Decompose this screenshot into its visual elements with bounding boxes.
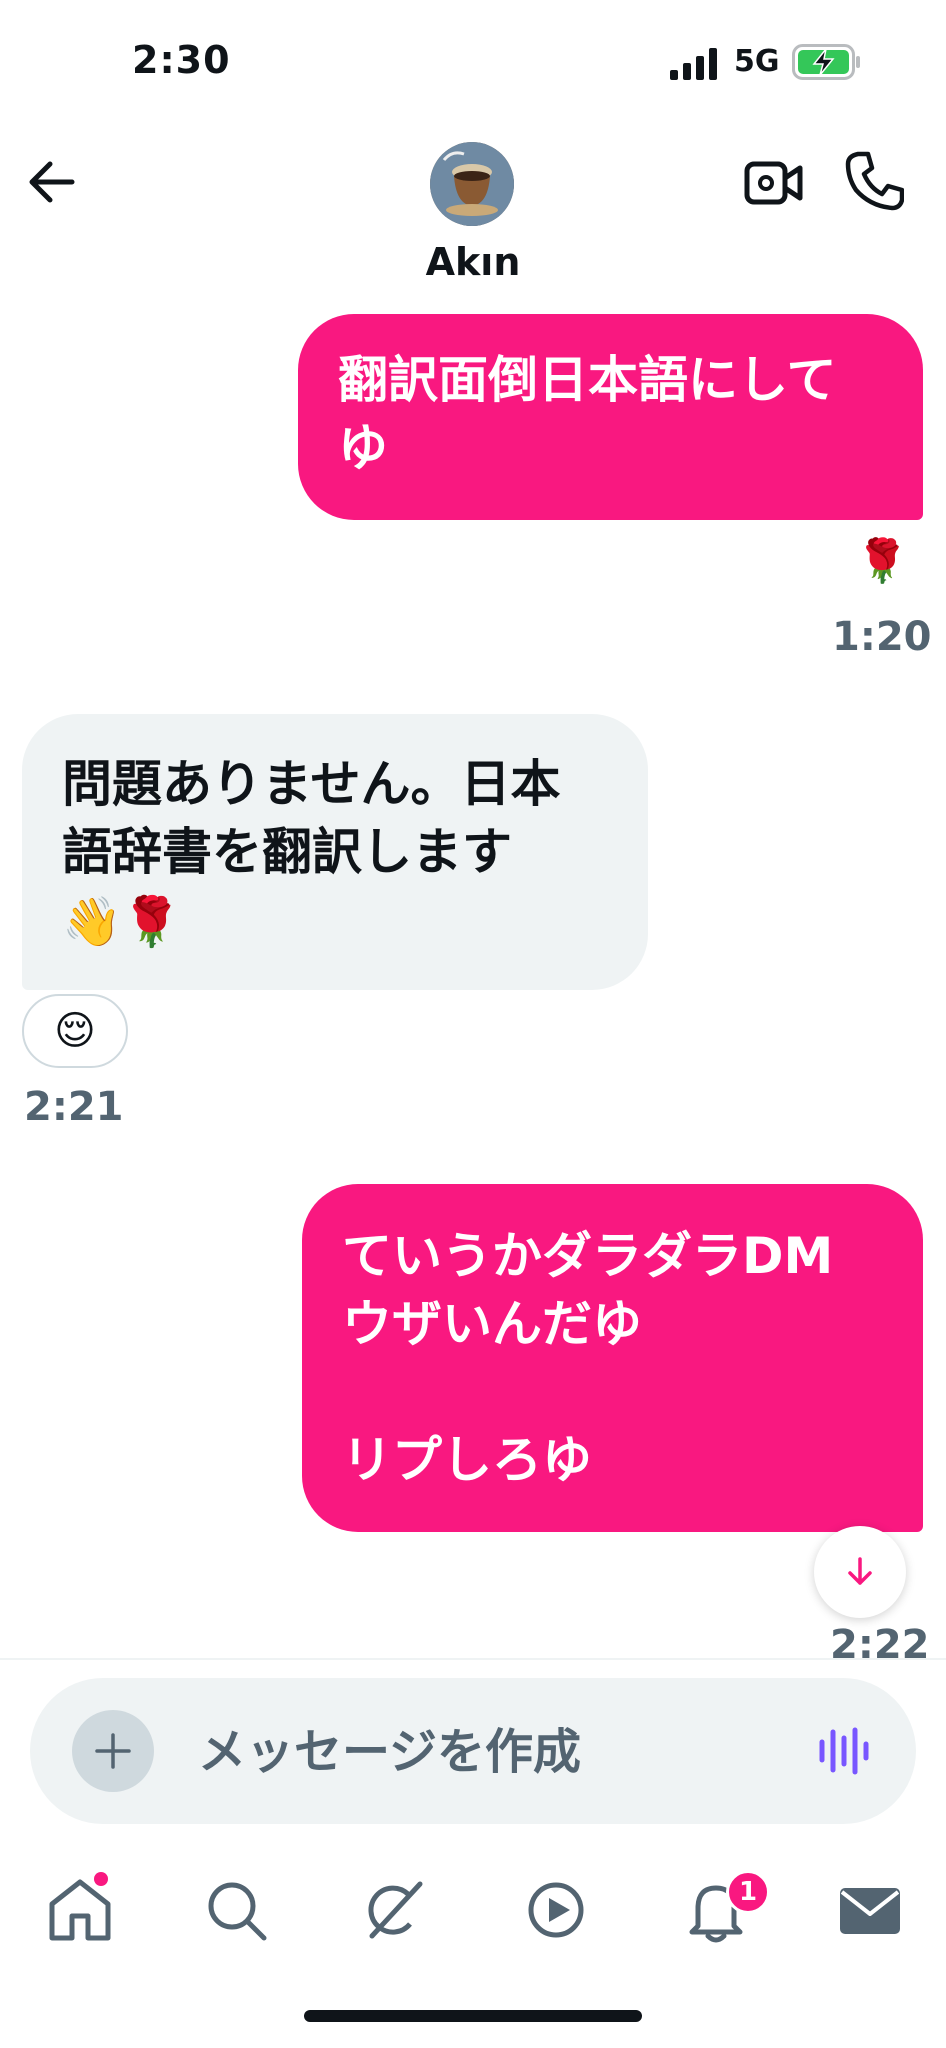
add-attachment-button[interactable] [72,1710,154,1792]
message-text: 翻訳面倒日本語にして [338,351,837,409]
video-call-icon[interactable] [744,156,804,210]
contact-avatar[interactable] [430,142,514,226]
home-icon[interactable] [44,1874,116,1946]
message-timestamp: 2:21 [24,1084,124,1130]
coffee-cup-avatar-image [430,142,514,226]
message-timestamp: 1:20 [832,614,932,660]
message-text: ウザいんだゆ [342,1295,642,1353]
outgoing-message[interactable]: ていうかダラダラDM ウザいんだゆ リプしろゆ [302,1184,923,1532]
message-text: 語辞書を翻訳します [62,823,512,881]
message-input[interactable] [198,1722,758,1782]
message-text: ていうかダラダラDM [342,1227,834,1285]
message-text [342,1358,923,1426]
signal-icon [670,48,717,80]
reaction-relieved-face[interactable]: 😌 [22,994,128,1068]
phone-icon[interactable] [844,150,904,212]
search-icon[interactable] [200,1874,272,1946]
contact-name[interactable]: Akın [0,240,946,284]
mail-icon[interactable] [834,1874,906,1946]
message-timestamp: 2:22 [830,1622,930,1658]
voice-message-icon[interactable] [816,1726,872,1776]
back-arrow-icon[interactable] [22,150,82,210]
video-play-icon[interactable] [520,1874,592,1946]
message-emoji: 👋🌹 [62,894,182,950]
home-indicator [304,2010,642,2022]
network-label: 5G [734,44,780,79]
plus-icon [95,1733,131,1769]
home-notification-dot [94,1872,108,1886]
message-text: リプしろゆ [342,1431,592,1489]
notifications-badge: 1 [726,1870,770,1914]
grok-icon[interactable] [358,1874,430,1946]
reaction-rose[interactable]: 🌹 [856,536,908,586]
message-text: 問題ありません。日本 [62,755,561,813]
battery-charging-icon [792,44,860,80]
divider [0,1658,946,1660]
outgoing-message[interactable]: 翻訳面倒日本語にして ゆ [298,314,923,520]
arrow-down-icon [848,1557,872,1585]
message-text: ゆ [338,419,388,477]
status-time: 2:30 [132,38,231,82]
incoming-message[interactable]: 問題ありません。日本 語辞書を翻訳します 👋🌹 [22,714,648,990]
scroll-to-bottom-button[interactable] [814,1526,906,1618]
